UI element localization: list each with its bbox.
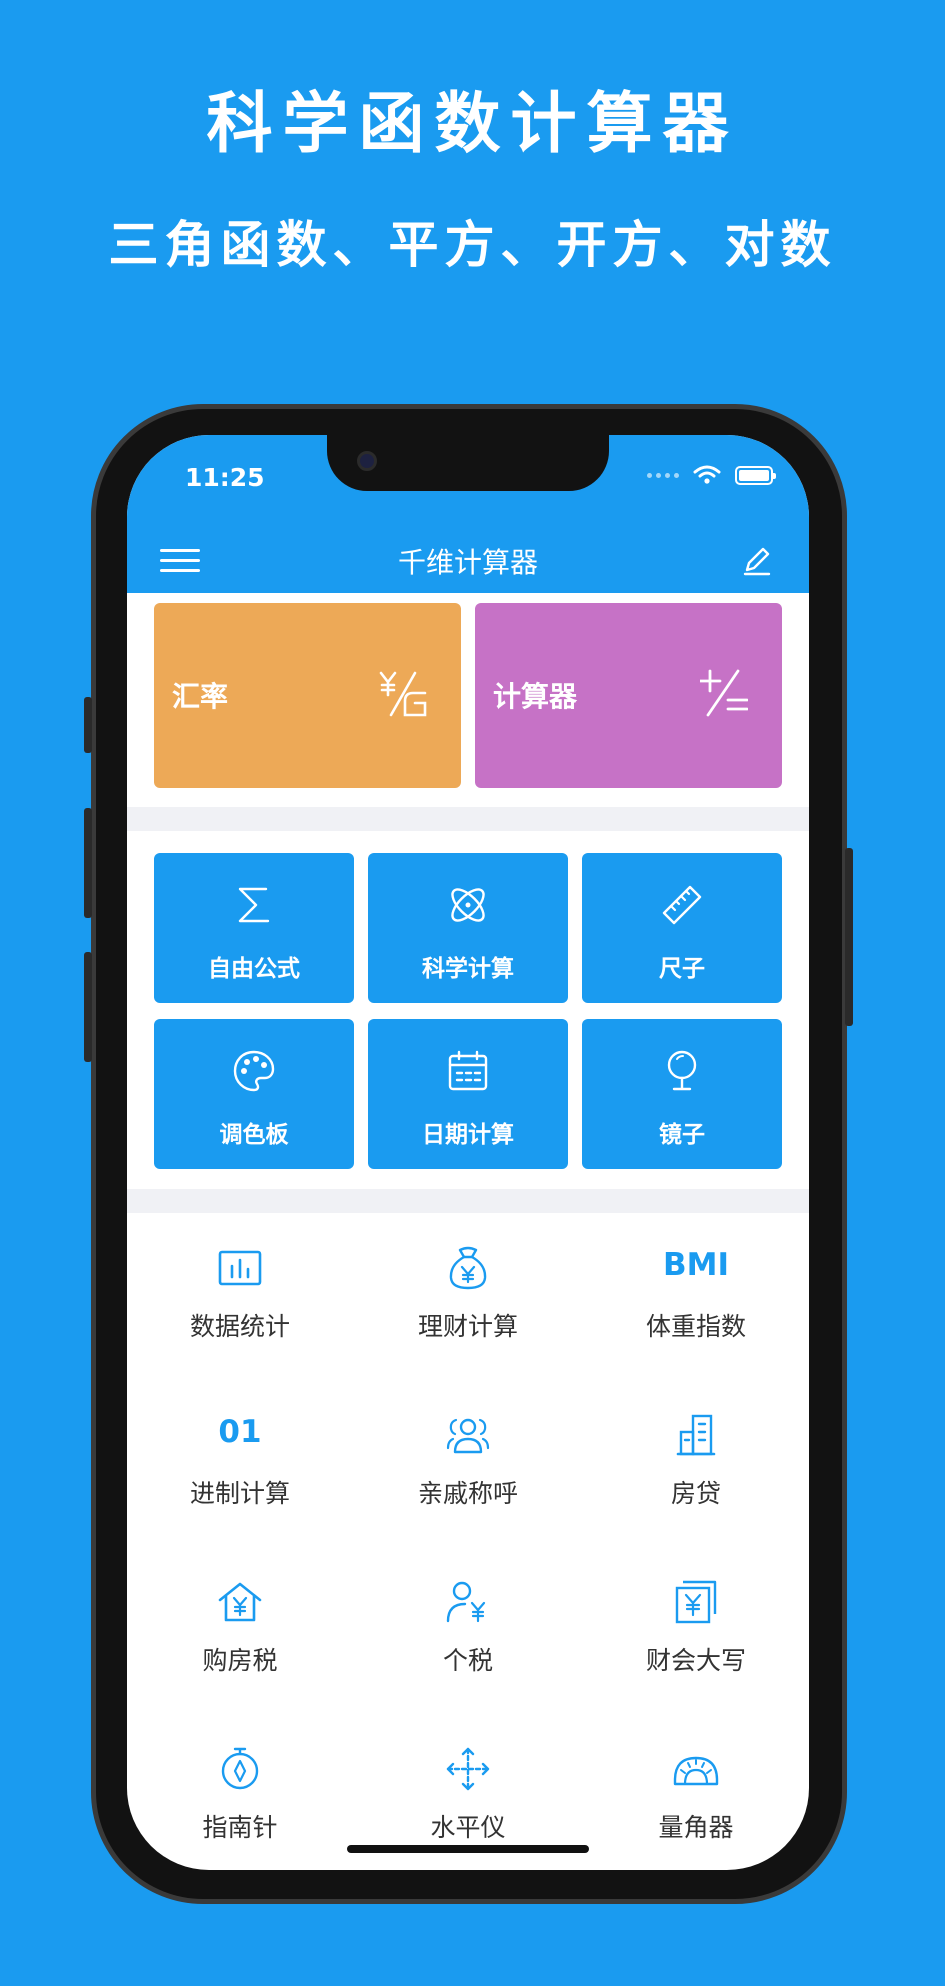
house-yen-icon — [218, 1582, 262, 1622]
grid-item-finance[interactable]: 理财计算 — [355, 1213, 581, 1373]
grid-item-mortgage[interactable]: 房贷 — [583, 1380, 809, 1540]
volume-down-button — [84, 952, 92, 1062]
tile-label: 科学计算 — [422, 956, 514, 982]
tile-label: 自由公式 — [208, 956, 300, 982]
grid-item-label: 指南针 — [202, 1813, 278, 1842]
grid-item-label: 财会大写 — [645, 1646, 746, 1675]
level-arrows-icon — [446, 1747, 490, 1791]
tile-mirror[interactable]: 镜子 — [582, 1019, 782, 1169]
ruler-icon — [662, 885, 702, 925]
binary-icon: 01 — [218, 1414, 262, 1450]
bmi-icon: BMI — [662, 1247, 729, 1283]
camera-icon — [357, 451, 377, 471]
battery-icon — [735, 465, 776, 485]
grid-item-label: 亲戚称呼 — [417, 1479, 518, 1508]
plus-equals-icon — [700, 669, 748, 717]
person-yen-icon — [446, 1581, 486, 1623]
palette-icon — [233, 1050, 275, 1092]
exchange-rate-label: 汇率 — [172, 680, 229, 713]
grid-item-label: 购房税 — [202, 1646, 278, 1675]
calendar-icon — [448, 1050, 488, 1091]
status-time: 11:25 — [185, 463, 265, 492]
bar-chart-icon — [218, 1250, 262, 1286]
signal-icon — [647, 472, 679, 478]
exchange-rate-card[interactable]: 汇率 — [154, 603, 461, 788]
tile-date[interactable]: 日期计算 — [368, 1019, 568, 1169]
status-bar: 11:25 — [127, 435, 809, 527]
money-bag-icon — [449, 1246, 487, 1290]
calculator-label: 计算器 — [493, 680, 578, 713]
tile-label: 尺子 — [659, 956, 705, 982]
grid-item-protractor[interactable]: 量角器 — [583, 1714, 809, 1870]
atom-icon — [451, 888, 485, 922]
edit-icon[interactable] — [741, 545, 773, 577]
grid-item-base-convert[interactable]: 01 进制计算 — [127, 1380, 353, 1540]
grid-item-label: 个税 — [442, 1646, 493, 1675]
grid-item-accounting-caps[interactable]: 财会大写 — [583, 1547, 809, 1707]
compass-icon — [221, 1747, 259, 1790]
promo-title: 科学函数计算器 — [206, 85, 739, 162]
grid-item-income-tax[interactable]: 个税 — [355, 1547, 581, 1707]
notch — [327, 435, 609, 491]
mute-switch — [84, 697, 92, 753]
grid-item-house-tax[interactable]: 购房税 — [127, 1547, 353, 1707]
grid-item-bmi[interactable]: BMI 体重指数 — [583, 1213, 809, 1373]
protractor-icon — [673, 1756, 719, 1786]
yen-document-icon — [675, 1580, 717, 1624]
page-title: 千维计算器 — [397, 546, 538, 579]
section-divider — [127, 1189, 809, 1213]
grid-item-label: 数据统计 — [189, 1312, 290, 1341]
grid-item-label: 理财计算 — [417, 1312, 518, 1341]
grid-item-label: 水平仪 — [430, 1813, 506, 1842]
promo-subtitle: 三角函数、平方、开方、对数 — [108, 216, 837, 274]
grid-item-label: 房贷 — [670, 1479, 721, 1508]
grid-item-compass[interactable]: 指南针 — [127, 1714, 353, 1870]
home-indicator[interactable] — [347, 1845, 589, 1853]
grid-item-label: 进制计算 — [189, 1479, 290, 1508]
navbar: 千维计算器 — [127, 527, 809, 593]
tile-ruler[interactable]: 尺子 — [582, 853, 782, 1003]
grid-item-relatives[interactable]: 亲戚称呼 — [355, 1380, 581, 1540]
grid-item-data-stats[interactable]: 数据统计 — [127, 1213, 353, 1373]
grid-item-label: 体重指数 — [645, 1312, 746, 1341]
wifi-icon — [693, 465, 721, 484]
tile-palette[interactable]: 调色板 — [154, 1019, 354, 1169]
power-button — [845, 848, 853, 1026]
primary-cards: 汇率 计算器 — [127, 593, 809, 803]
currency-exchange-icon — [379, 671, 427, 717]
calculator-card[interactable]: 计算器 — [475, 603, 782, 788]
grid-item-label: 量角器 — [658, 1813, 734, 1842]
building-icon — [676, 1414, 716, 1456]
sigma-icon — [238, 887, 270, 923]
tile-free-formula[interactable]: 自由公式 — [154, 853, 354, 1003]
section-divider — [127, 807, 809, 831]
tile-label: 日期计算 — [422, 1122, 514, 1148]
mirror-icon — [667, 1050, 697, 1091]
tile-label: 镜子 — [659, 1122, 705, 1148]
tile-label: 调色板 — [219, 1122, 289, 1148]
tile-scientific[interactable]: 科学计算 — [368, 853, 568, 1003]
people-icon — [446, 1418, 490, 1454]
app-screen: 11:25 千维计算器 汇率 计算器 自由公式 科学计算 尺子 调色板 日期计算… — [127, 435, 809, 1870]
volume-up-button — [84, 808, 92, 918]
